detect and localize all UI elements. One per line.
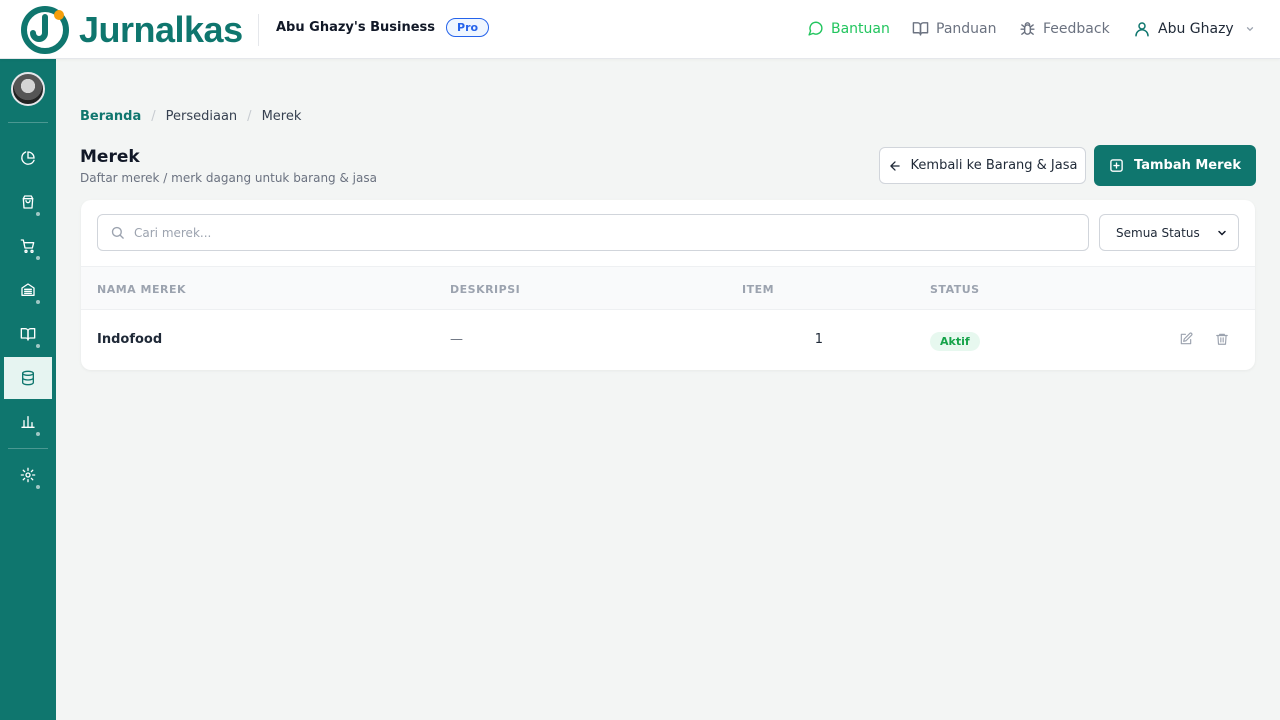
delete-button[interactable]	[1215, 332, 1229, 350]
book-open-icon	[912, 22, 929, 36]
arrow-left-icon	[889, 160, 900, 171]
column-header-name[interactable]: NAMA MEREK	[97, 283, 186, 296]
user-name: Abu Ghazy	[1158, 21, 1234, 37]
breadcrumb: Beranda / Persediaan / Merek	[80, 109, 301, 124]
add-brand-button[interactable]: Tambah Merek	[1094, 145, 1256, 186]
book-icon	[20, 328, 36, 341]
business-switcher[interactable]: Abu Ghazy's Business Pro	[276, 18, 490, 37]
breadcrumb-separator: /	[151, 109, 156, 124]
brand-description-cell: —	[450, 332, 463, 347]
brand-name-cell: Indofood	[97, 332, 163, 347]
edit-button[interactable]	[1179, 332, 1193, 350]
sidebar-item-reports[interactable]	[4, 401, 52, 443]
logo[interactable]: Jurnalkas	[20, 5, 243, 55]
breadcrumb-persediaan[interactable]: Persediaan	[166, 109, 238, 124]
pie-chart-icon	[21, 151, 35, 165]
sidebar-item-sales[interactable]	[4, 181, 52, 223]
status-badge: Aktif	[930, 332, 980, 351]
search-input[interactable]	[134, 225, 1034, 240]
breadcrumb-current: Merek	[261, 109, 302, 124]
chevron-down-icon	[1246, 27, 1253, 32]
database-icon	[22, 370, 34, 386]
add-button-label: Tambah Merek	[1134, 158, 1241, 173]
table-row: Indofood — 1 Aktif	[81, 310, 1255, 370]
column-header-status: STATUS	[930, 283, 980, 296]
page-title: Merek	[80, 147, 140, 167]
chevron-down-icon	[1218, 230, 1226, 236]
submenu-indicator	[36, 344, 40, 348]
status-filter-select[interactable]: Semua Status	[1099, 214, 1239, 251]
bar-chart-icon	[21, 416, 35, 428]
search-icon	[111, 226, 124, 239]
submenu-indicator	[36, 212, 40, 216]
help-link[interactable]: Bantuan	[807, 20, 890, 37]
submenu-indicator	[36, 300, 40, 304]
breadcrumb-separator: /	[247, 109, 252, 124]
brand-name: Jurnalkas	[79, 9, 243, 50]
sidebar-item-dashboard[interactable]	[4, 137, 52, 179]
search-box	[97, 214, 1089, 251]
logo-mark-icon	[20, 5, 70, 55]
column-header-items: ITEM	[742, 283, 775, 296]
submenu-indicator	[36, 256, 40, 260]
page-subtitle: Daftar merek / merk dagang untuk barang …	[80, 171, 377, 185]
top-header: Jurnalkas Abu Ghazy's Business Pro Bantu…	[0, 0, 1280, 59]
edit-icon	[1180, 332, 1193, 345]
brand-item-count-cell: 1	[814, 332, 823, 347]
shopping-cart-icon	[20, 239, 35, 253]
breadcrumb-home[interactable]: Beranda	[80, 109, 141, 124]
bug-icon	[1020, 22, 1035, 35]
back-button-label: Kembali ke Barang & Jasa	[910, 158, 1078, 173]
shopping-bag-icon	[22, 195, 34, 209]
plan-badge: Pro	[446, 18, 490, 37]
chat-bubble-icon	[808, 21, 823, 36]
sidebar-item-bank[interactable]	[4, 269, 52, 311]
business-name: Abu Ghazy's Business	[276, 20, 436, 35]
submenu-indicator	[36, 485, 40, 489]
feedback-label: Feedback	[1043, 20, 1110, 37]
header-divider	[258, 14, 259, 46]
sidebar-item-settings[interactable]	[4, 454, 52, 496]
sidebar-item-ledger[interactable]	[4, 313, 52, 355]
brand-list-card: Semua Status NAMA MEREK DESKRIPSI ITEM S…	[81, 200, 1255, 370]
submenu-indicator	[36, 432, 40, 436]
back-to-items-button[interactable]: Kembali ke Barang & Jasa	[879, 147, 1086, 184]
guide-label: Panduan	[936, 20, 997, 37]
user-menu[interactable]: Abu Ghazy	[1133, 20, 1255, 38]
sidebar-divider	[8, 448, 48, 449]
status-filter-value: Semua Status	[1116, 225, 1200, 240]
sidebar-divider	[8, 122, 48, 123]
sidebar-item-purchases[interactable]	[4, 225, 52, 267]
table-header: NAMA MEREK DESKRIPSI ITEM STATUS	[81, 266, 1255, 310]
help-label: Bantuan	[831, 20, 890, 37]
sidebar	[0, 59, 56, 720]
guide-link[interactable]: Panduan	[912, 20, 996, 37]
bank-icon	[21, 283, 35, 296]
plus-square-icon	[1110, 159, 1123, 172]
feedback-link[interactable]: Feedback	[1019, 20, 1110, 37]
trash-icon	[1216, 333, 1228, 345]
sidebar-item-inventory[interactable]	[4, 357, 52, 399]
column-header-description: DESKRIPSI	[450, 283, 521, 296]
avatar[interactable]	[11, 72, 45, 106]
user-icon	[1135, 22, 1149, 37]
gear-icon	[20, 467, 36, 483]
